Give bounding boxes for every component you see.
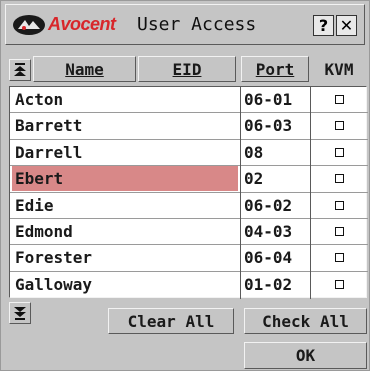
column-header-eid-label: EID [172, 59, 202, 79]
list-row[interactable]: Edie 06-02 [10, 193, 368, 219]
kvm-checkbox[interactable] [334, 279, 344, 289]
close-button[interactable]: ✕ [336, 15, 357, 36]
ok-label: OK [295, 346, 316, 365]
close-icon: ✕ [339, 16, 354, 35]
user-name-cell: Barrett [15, 116, 83, 136]
user-name-cell: Galloway [15, 274, 93, 294]
avocent-logo-icon [13, 15, 45, 35]
list-row[interactable]: Ebert 02 [10, 166, 368, 192]
kvm-cell [312, 219, 366, 244]
port-cell: 06-04 [244, 248, 293, 268]
ok-button[interactable]: OK [244, 342, 367, 369]
user-name-cell: Edie [15, 195, 54, 215]
port-cell: 06-03 [244, 116, 293, 136]
clear-all-button[interactable]: Clear All [108, 308, 234, 334]
list-row[interactable]: Edmond 04-03 [10, 219, 368, 245]
kvm-checkbox[interactable] [334, 95, 344, 104]
user-access-window: Avocent User Access ? ✕ Name EID Port KV… [0, 0, 370, 371]
port-cell: 02 [244, 169, 264, 189]
port-cell: 08 [244, 142, 264, 162]
kvm-cell [312, 193, 366, 218]
column-divider [310, 87, 311, 299]
column-header-name[interactable]: Name [33, 56, 136, 82]
column-header-kvm-label: KVM [324, 59, 354, 79]
scroll-down-icon [14, 307, 26, 320]
kvm-checkbox[interactable] [334, 253, 344, 263]
help-button[interactable]: ? [313, 15, 334, 36]
user-name-cell: Edmond [15, 222, 73, 241]
scroll-up-icon [14, 63, 26, 76]
port-cell: 06-01 [244, 90, 293, 109]
column-header-port-label: Port [255, 59, 295, 79]
kvm-checkbox[interactable] [334, 200, 344, 210]
kvm-cell [312, 87, 366, 112]
list-row[interactable]: Acton 06-01 [10, 87, 368, 113]
port-cell: 06-02 [244, 195, 293, 215]
check-all-button[interactable]: Check All [244, 308, 367, 334]
clear-all-label: Clear All [127, 311, 215, 331]
kvm-cell [312, 272, 366, 297]
scroll-down-button[interactable] [9, 302, 31, 324]
kvm-checkbox[interactable] [334, 227, 344, 236]
scroll-up-button[interactable] [9, 59, 31, 81]
kvm-cell [312, 166, 366, 191]
list-row[interactable]: Forester 06-04 [10, 245, 368, 271]
brand-logo-text: Avocent [48, 14, 116, 34]
kvm-checkbox[interactable] [334, 121, 344, 131]
kvm-cell [312, 113, 366, 138]
help-icon: ? [318, 16, 329, 35]
list-row[interactable]: Barrett 06-03 [10, 113, 368, 139]
user-name-cell: Darrell [15, 142, 83, 162]
port-cell: 01-02 [244, 274, 293, 294]
check-all-label: Check All [262, 311, 349, 331]
column-header-kvm: KVM [311, 56, 367, 82]
kvm-cell [312, 140, 366, 165]
kvm-cell [312, 245, 366, 270]
window-title: User Access [137, 14, 257, 35]
user-name-cell: Ebert [12, 166, 238, 192]
list-row[interactable]: Darrell 08 [10, 140, 368, 166]
column-divider [240, 87, 241, 299]
kvm-checkbox[interactable] [334, 147, 344, 157]
title-bar: Avocent User Access ? ✕ [5, 4, 365, 45]
user-list: Acton 06-01 Barrett 06-03 Darrell 08 Ebert 02 Ed… [9, 86, 368, 299]
column-header-port[interactable]: Port [241, 56, 309, 82]
user-name-cell: Acton [15, 90, 64, 109]
port-cell: 04-03 [244, 222, 293, 241]
user-name-cell: Forester [15, 248, 93, 268]
column-header-name-label: Name [65, 59, 104, 79]
column-header-eid[interactable]: EID [138, 56, 236, 82]
kvm-checkbox[interactable] [334, 174, 344, 184]
list-row[interactable]: Galloway 01-02 [10, 272, 368, 298]
